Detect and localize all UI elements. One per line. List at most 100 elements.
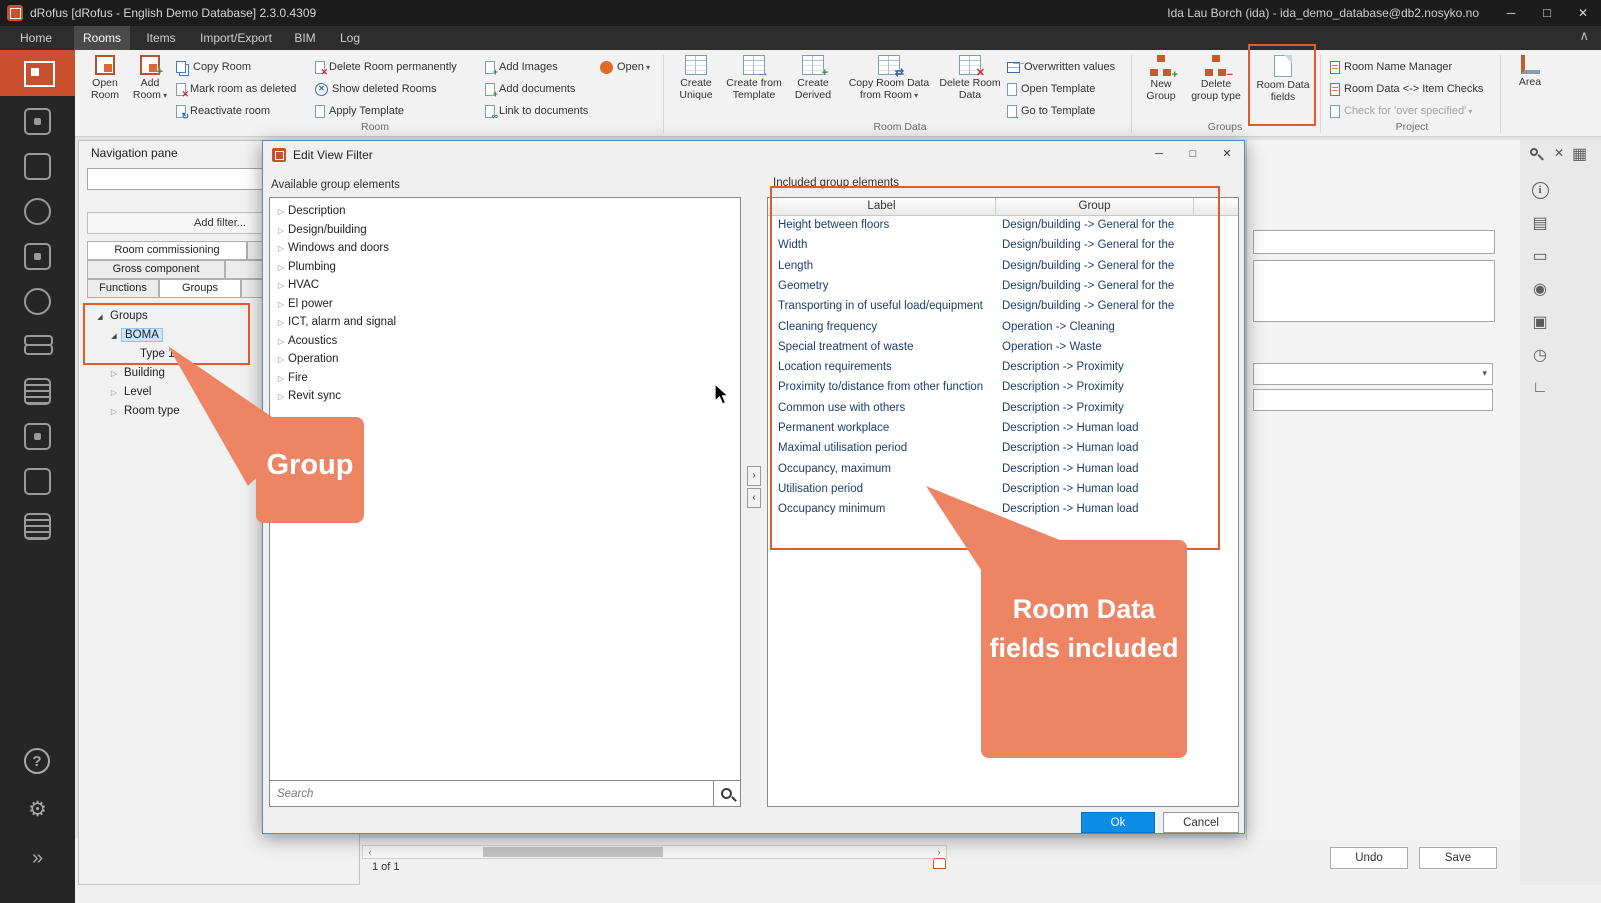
expander-icon[interactable] [107,329,121,341]
expander-icon[interactable] [107,405,121,417]
new-group-button[interactable]: + New Group [1138,55,1184,123]
flask-icon[interactable] [24,198,51,225]
create-derived-button[interactable]: + Create Derived [787,55,839,123]
expander-icon[interactable] [274,261,288,273]
scroll-left-icon[interactable]: ‹ [363,846,377,858]
table-row[interactable]: Cleaning frequencyOperation -> Cleaning [768,318,1238,338]
mark-room-deleted-button[interactable]: ✕Mark room as deleted [176,79,296,99]
nav-tab-groups[interactable]: Groups [159,279,241,298]
ok-button[interactable]: Ok [1081,812,1155,833]
info-icon[interactable]: i [1528,178,1552,202]
undo-button[interactable]: Undo [1330,847,1408,869]
overwritten-values-button[interactable]: Overwritten values [1007,57,1115,77]
list-item[interactable]: ICT, alarm and signal [270,313,740,332]
go-to-template-button[interactable]: →Go to Template [1007,101,1095,121]
chevron-up-icon[interactable]: ∧ [1579,28,1589,44]
tab-bim[interactable]: BIM [286,26,324,50]
table-row[interactable]: Occupancy minimumDescription -> Human lo… [768,500,1238,520]
cube-icon[interactable] [24,108,51,135]
table-row[interactable]: Occupancy, maximumDescription -> Human l… [768,460,1238,480]
report-icon[interactable] [24,513,51,540]
room-data-item-checks-button[interactable]: Room Data <-> Item Checks [1330,79,1483,99]
database-icon[interactable] [24,333,51,360]
expander-icon[interactable] [274,335,288,347]
tab-log[interactable]: Log [330,26,370,50]
expander-icon[interactable] [274,316,288,328]
copy-room-button[interactable]: Copy Room [176,57,251,77]
open-room-button[interactable]: Open Room [84,55,126,123]
expander-icon[interactable] [274,279,288,291]
list-item[interactable]: HVAC [270,276,740,295]
list-item[interactable]: Revit sync [270,387,740,406]
search-icon[interactable] [721,788,732,799]
nav-tab-room-commissioning[interactable]: Room commissioning [87,241,247,260]
expander-icon[interactable] [274,390,288,402]
scrollbar-thumb[interactable] [483,847,663,857]
list-item[interactable]: Windows and doors [270,239,740,258]
building-icon[interactable] [24,423,51,450]
nav-tab-gross-component[interactable]: Gross component [87,260,225,279]
dialog-minimize-button[interactable]: ─ [1142,141,1176,167]
table-row[interactable]: WidthDesign/building -> General for the [768,236,1238,256]
network-icon[interactable] [24,243,51,270]
save-button[interactable]: Save [1419,847,1497,869]
paperclip-icon[interactable] [24,288,51,315]
expander-icon[interactable] [107,386,121,398]
tab-import-export[interactable]: Import/Export [192,26,280,50]
list-item[interactable]: Plumbing [270,258,740,277]
expand-chevrons-icon[interactable]: » [0,847,75,870]
pin-icon[interactable] [1528,146,1539,157]
add-images-button[interactable]: +Add Images [485,57,558,77]
bim-model-icon[interactable] [24,468,51,495]
close-panel-icon[interactable]: ✕ [1550,144,1568,162]
dialog-maximize-button[interactable]: □ [1176,141,1210,167]
field-dropdown[interactable]: ▾ [1253,363,1493,385]
expander-icon[interactable] [274,353,288,365]
table-row[interactable]: Transporting in of useful load/equipment… [768,297,1238,317]
settings-gear-icon[interactable]: ⚙ [0,797,75,822]
ruler-icon[interactable]: ∟ [1528,376,1552,400]
move-right-icon[interactable]: › [747,466,761,486]
room-name-manager-button[interactable]: Room Name Manager [1330,57,1452,77]
list-item[interactable]: El power [270,295,740,314]
table-row[interactable]: LengthDesign/building -> General for the [768,257,1238,277]
tab-rooms[interactable]: Rooms [74,26,130,50]
tab-home[interactable]: Home [10,26,62,50]
field-input-2[interactable] [1253,389,1493,411]
search-input[interactable] [270,781,714,806]
list-item[interactable]: Description [270,202,740,221]
open-dropdown-button[interactable]: Open [600,57,650,77]
table-row[interactable]: Permanent workplaceDescription -> Human … [768,419,1238,439]
dialog-titlebar[interactable]: Edit View Filter ─ □ ✕ [263,141,1244,169]
copy-room-data-button[interactable]: ⇄ Copy Room Data from Room [845,55,933,123]
list-item[interactable]: Operation [270,350,740,369]
table-row[interactable]: GeometryDesign/building -> General for t… [768,277,1238,297]
expander-icon[interactable] [274,205,288,217]
expander-icon[interactable] [107,367,121,379]
expander-icon[interactable] [274,298,288,310]
printer-icon[interactable]: ▭ [1528,244,1552,268]
move-left-icon[interactable]: ‹ [747,488,761,508]
help-icon[interactable]: ? [24,748,50,774]
table-row[interactable]: Location requirementsDescription -> Prox… [768,358,1238,378]
book-icon[interactable] [933,858,946,869]
nav-tab-functions[interactable]: Functions [87,279,159,298]
create-from-template-button[interactable]: → Create from Template [725,55,783,123]
tree-item-boma[interactable]: BOMA [85,326,163,344]
tab-items[interactable]: Items [138,26,184,50]
table-row[interactable]: Proximity to/distance from other functio… [768,378,1238,398]
table-view-icon[interactable]: ▦ [1572,144,1587,164]
maximize-button[interactable] [1529,0,1565,26]
clipboard-icon[interactable]: ▣ [1528,310,1552,334]
tree-item-groups[interactable]: Groups [85,307,151,325]
apply-template-button[interactable]: Apply Template [315,101,404,121]
minimize-button[interactable] [1493,0,1529,26]
rooms-module-icon[interactable] [0,50,75,96]
pages-icon[interactable]: ▤ [1528,211,1552,235]
list-item[interactable]: Fire [270,369,740,388]
cancel-button[interactable]: Cancel [1163,812,1239,833]
expander-icon[interactable] [274,242,288,254]
table-row[interactable]: Height between floorsDesign/building -> … [768,216,1238,236]
camera-icon[interactable]: ◉ [1528,277,1552,301]
door-icon[interactable] [24,153,51,180]
